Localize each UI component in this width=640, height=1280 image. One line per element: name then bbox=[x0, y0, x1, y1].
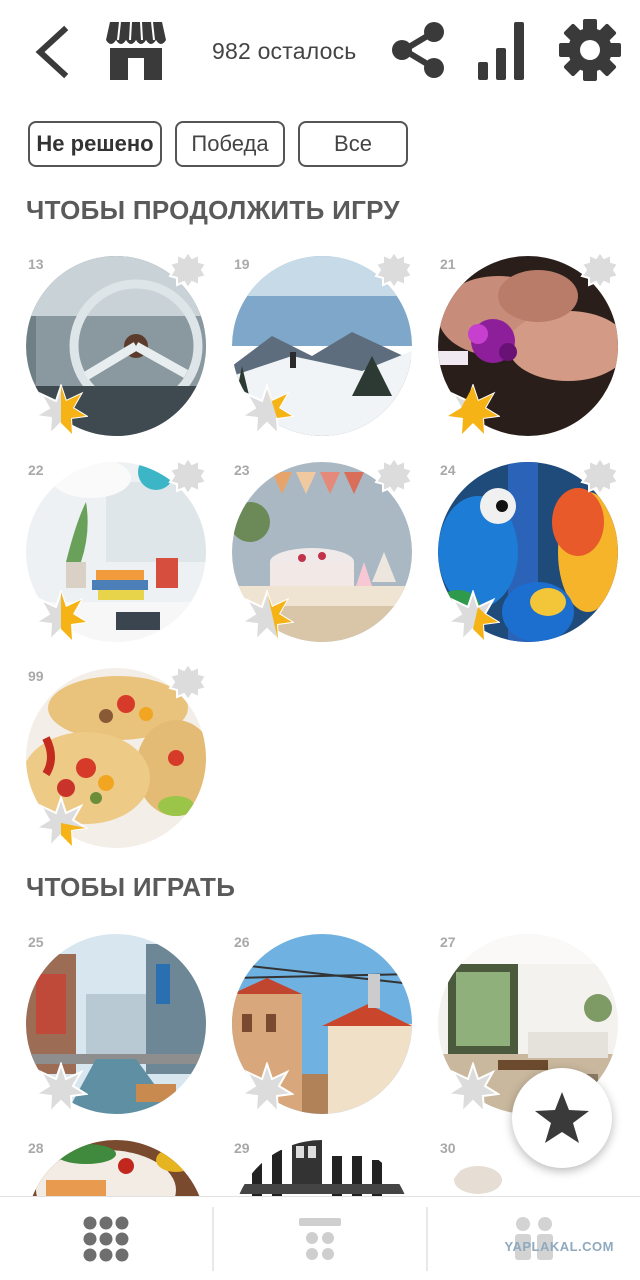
stats-bars-icon[interactable] bbox=[476, 18, 534, 82]
star-icon bbox=[535, 1092, 589, 1143]
puzzle-number: 99 bbox=[28, 668, 44, 684]
puzzle-number: 27 bbox=[440, 934, 456, 950]
puzzle-tile[interactable]: 13 bbox=[26, 250, 216, 446]
puzzle-tile[interactable]: 25 bbox=[26, 934, 216, 1124]
puzzle-tile[interactable]: 24 bbox=[438, 456, 628, 652]
puzzle-number: 30 bbox=[440, 1140, 456, 1156]
progress-star-icon bbox=[34, 796, 88, 849]
unplayed-star-icon bbox=[240, 1062, 294, 1115]
puzzle-number: 23 bbox=[234, 462, 250, 478]
share-icon[interactable] bbox=[390, 20, 448, 80]
puzzle-number: 21 bbox=[440, 256, 456, 272]
puzzle-tile[interactable]: 19 bbox=[232, 250, 422, 446]
unstarted-badge-icon bbox=[374, 250, 414, 290]
puzzle-tile[interactable]: 22 bbox=[26, 456, 216, 652]
filter-all-chip[interactable]: Все bbox=[298, 121, 408, 167]
unstarted-badge-icon bbox=[580, 250, 620, 290]
puzzle-number: 29 bbox=[234, 1140, 250, 1156]
remaining-count: 982 осталось bbox=[212, 38, 357, 64]
bottom-navigation: YAPLAKAL.COM bbox=[0, 1196, 640, 1280]
nav-puzzles-button[interactable] bbox=[0, 1197, 212, 1280]
unplayed-star-icon bbox=[34, 1062, 88, 1115]
play-section-title: ЧТОБЫ ИГРАТЬ bbox=[26, 872, 236, 902]
unstarted-badge-icon bbox=[168, 662, 208, 702]
puzzle-number: 25 bbox=[28, 934, 44, 950]
puzzle-tile[interactable]: 23 bbox=[232, 456, 422, 652]
puzzle-tile[interactable]: 21 bbox=[438, 250, 628, 446]
favorites-fab-button[interactable] bbox=[512, 1068, 612, 1168]
pyramid-dots-icon bbox=[299, 1218, 341, 1260]
settings-gear-icon[interactable] bbox=[558, 18, 622, 82]
puzzle-tile[interactable]: 26 bbox=[232, 934, 422, 1124]
unstarted-badge-icon bbox=[168, 250, 208, 290]
puzzle-number: 13 bbox=[28, 256, 44, 272]
back-arrow-icon[interactable] bbox=[28, 22, 76, 82]
puzzle-number: 26 bbox=[234, 934, 250, 950]
grid-dots-icon bbox=[83, 1216, 129, 1262]
progress-star-icon bbox=[34, 384, 88, 437]
puzzle-number: 28 bbox=[28, 1140, 44, 1156]
filter-won-chip[interactable]: Победа bbox=[175, 121, 285, 167]
progress-star-icon bbox=[240, 590, 294, 643]
progress-star-icon bbox=[446, 590, 500, 643]
unstarted-badge-icon bbox=[168, 456, 208, 496]
puzzle-number: 19 bbox=[234, 256, 250, 272]
puzzle-tile[interactable]: 99 bbox=[26, 662, 216, 858]
filter-chips: Не решено Победа Все bbox=[28, 121, 428, 167]
progress-star-icon bbox=[34, 590, 88, 643]
shop-icon[interactable] bbox=[104, 18, 168, 82]
progress-star-icon bbox=[240, 384, 294, 437]
filter-unsolved-chip[interactable]: Не решено bbox=[28, 121, 162, 167]
progress-star-icon bbox=[446, 384, 500, 437]
unplayed-star-icon bbox=[446, 1062, 500, 1115]
top-bar: 982 осталось bbox=[0, 0, 640, 104]
puzzle-number: 24 bbox=[440, 462, 456, 478]
unstarted-badge-icon bbox=[580, 456, 620, 496]
puzzle-number: 22 bbox=[28, 462, 44, 478]
unstarted-badge-icon bbox=[374, 456, 414, 496]
nav-levels-button[interactable] bbox=[214, 1197, 426, 1280]
watermark-text: YAPLAKAL.COM bbox=[504, 1239, 614, 1254]
continue-section-title: ЧТОБЫ ПРОДОЛЖИТЬ ИГРУ bbox=[26, 195, 400, 225]
